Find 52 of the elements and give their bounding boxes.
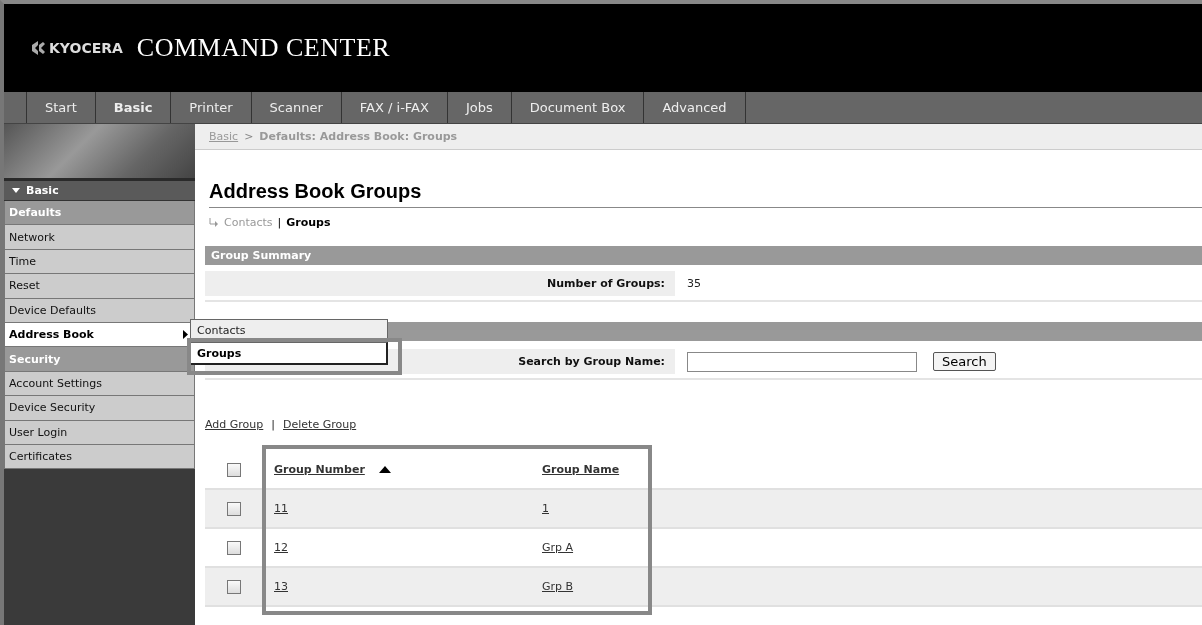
sidebar-item[interactable]: Account Settings [4, 371, 195, 397]
nav-tab[interactable]: FAX / i-FAX [341, 92, 448, 123]
nav-tab[interactable]: Start [27, 92, 96, 123]
page-title: Address Book Groups [209, 180, 1202, 208]
subnav-link[interactable]: Groups [286, 216, 331, 229]
return-arrow-icon [209, 218, 219, 227]
search-button[interactable]: Search [933, 352, 996, 371]
logo-text: KYOCERA [49, 40, 123, 56]
table-cell-link[interactable]: 12 [274, 541, 288, 554]
sort-arrow-icon[interactable] [378, 466, 391, 473]
column-header[interactable]: Group Number [274, 463, 365, 476]
row-checkbox[interactable] [226, 579, 241, 594]
row-checkbox[interactable] [226, 501, 241, 516]
table-cell-link[interactable]: 11 [274, 502, 288, 515]
nav-tab[interactable]: Scanner [251, 92, 342, 123]
action-link[interactable]: Add Group [205, 418, 264, 431]
sidebar-item[interactable]: Certificates [4, 444, 195, 470]
breadcrumb-current: Defaults: Address Book: Groups [259, 130, 458, 143]
table-cell-link[interactable]: 1 [542, 502, 549, 515]
separator: | [271, 418, 275, 431]
app-title: COMMAND CENTER [136, 33, 391, 63]
caret-icon [12, 186, 20, 195]
sidebar-item[interactable]: Network [4, 225, 195, 250]
search-field[interactable] [687, 351, 917, 372]
column-header[interactable]: Group Name [542, 463, 620, 476]
sidebar-title: Basic [26, 184, 59, 197]
field-label: Number of Groups: [205, 271, 675, 296]
sidebar-item[interactable]: Time [4, 249, 195, 275]
nav-tab[interactable]: Document Box [511, 92, 645, 123]
logo-mark-icon [30, 40, 46, 56]
action-link[interactable]: Delete Group [283, 418, 357, 431]
nav-tab[interactable]: Printer [171, 92, 252, 123]
row-checkbox[interactable] [226, 540, 241, 555]
table-cell-link[interactable]: 13 [274, 580, 288, 593]
section-header: Group Summary [205, 246, 1202, 265]
nav-tab[interactable]: Advanced [644, 92, 746, 123]
breadcrumb-separator: > [244, 130, 254, 143]
sidebar-header[interactable]: Basic [4, 181, 195, 201]
sidebar-section: Defaults [4, 201, 195, 226]
select-all-checkbox[interactable] [226, 462, 241, 477]
submenu-item[interactable]: Groups [190, 342, 388, 365]
table-cell-link[interactable]: Grp A [542, 541, 574, 554]
nav-tab[interactable]: Jobs [447, 92, 512, 123]
nav-tab[interactable]: Basic [95, 92, 172, 123]
sidebar-item[interactable]: User Login [4, 420, 195, 445]
separator: | [277, 216, 282, 229]
field-value: 35 [687, 277, 701, 290]
sidebar-item[interactable]: Device Defaults [4, 298, 195, 323]
sidebar-section: Security [4, 347, 195, 372]
sidebar-item[interactable]: Reset [4, 274, 195, 299]
sidebar-item[interactable]: Device Security [4, 396, 195, 421]
table-cell-link[interactable]: Grp B [542, 580, 574, 593]
